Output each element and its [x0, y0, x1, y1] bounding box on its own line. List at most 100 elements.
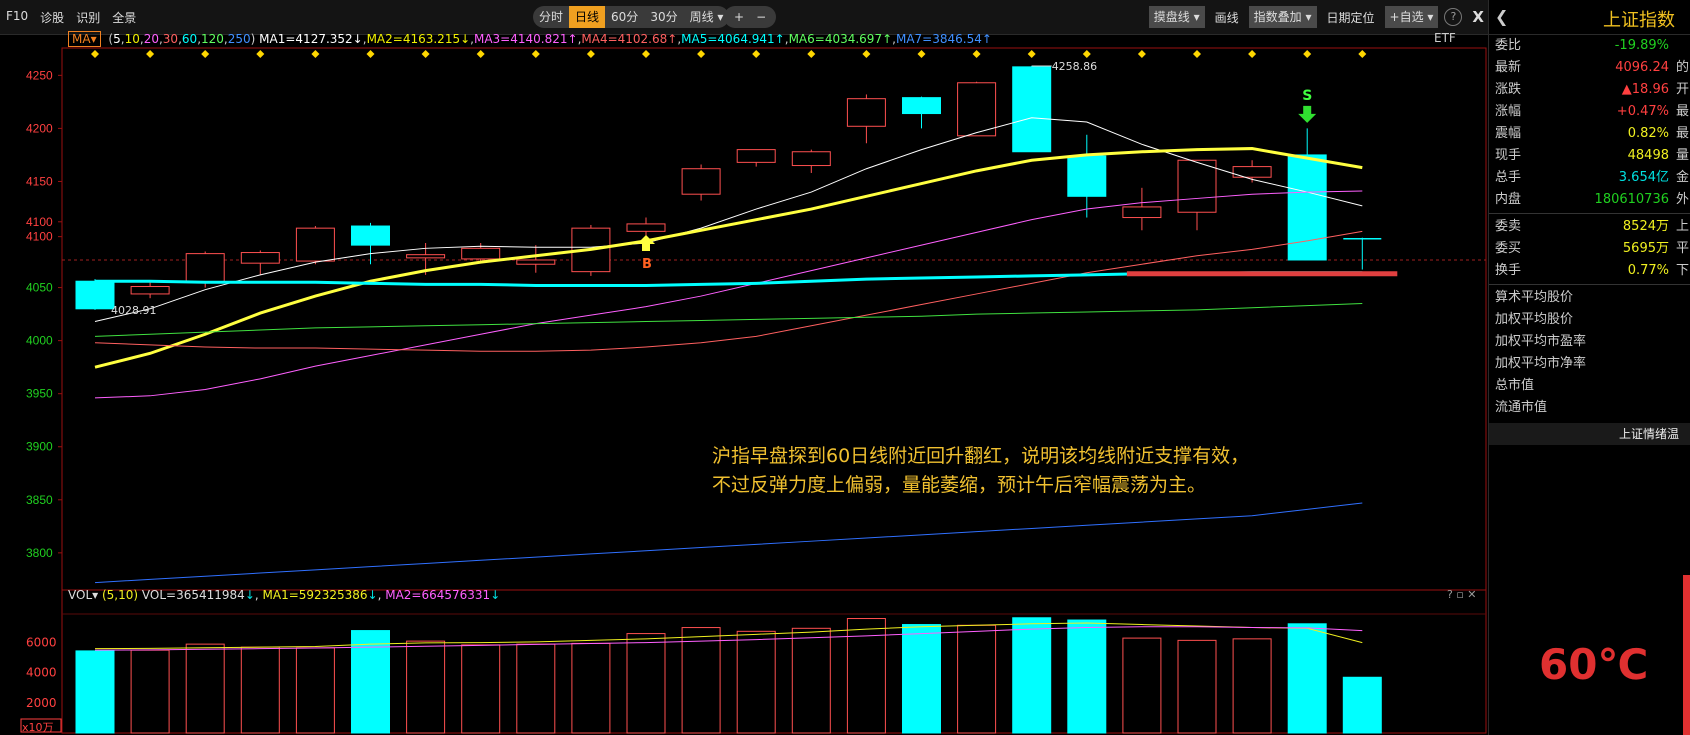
event-diamond-marker — [1303, 50, 1312, 58]
quote-panel: ❮ 上证指数 委比 -19.89% 最新 4096.24 的涨跌 ▲18.96 开涨幅 +0.… — [1488, 0, 1690, 735]
quote-row: 最新 4096.24 的 — [1489, 57, 1690, 79]
event-diamond-marker — [862, 50, 871, 58]
volume-bar — [75, 650, 115, 734]
index-stat-item[interactable]: 总市值 — [1489, 375, 1690, 397]
quote-label-truncated: 的 — [1675, 60, 1689, 75]
volume-bar — [1012, 617, 1052, 734]
candle-body — [351, 225, 390, 246]
candle-body — [846, 98, 886, 127]
quote-header: ❮ 上证指数 — [1489, 0, 1690, 35]
ma-line — [94, 230, 1363, 352]
event-diamond-marker — [476, 50, 485, 58]
quote-label-truncated: 下 — [1675, 263, 1689, 278]
volume-bar — [1232, 638, 1272, 734]
quote-label: 震幅 — [1495, 126, 1522, 141]
index-stats: 算术平均股价 加权平均股价 加权平均市盈率 加权平均市净率 总市值 流通市值 — [1489, 287, 1690, 419]
event-diamond-marker — [1358, 50, 1367, 58]
candle-body — [957, 82, 997, 137]
quote-label-truncated: 最 — [1675, 126, 1689, 141]
buy-signal-label: B — [642, 257, 652, 272]
vol-ma2: MA2=664576331 — [385, 588, 491, 602]
ma-line — [94, 190, 1363, 399]
volume-bar — [185, 643, 225, 734]
volume-bar — [351, 630, 390, 734]
volume-bar — [1067, 619, 1107, 734]
ma-line — [94, 302, 1363, 337]
event-diamond-marker — [531, 50, 540, 58]
event-diamond-marker — [586, 50, 595, 58]
index-stat-item[interactable]: 流通市值 — [1489, 397, 1690, 419]
volume-bar — [957, 624, 997, 734]
price-tick-label: 4250 — [26, 68, 53, 82]
event-diamond-marker — [201, 50, 210, 58]
candle-body — [1067, 155, 1107, 197]
volume-tick-label: 2000 — [26, 696, 57, 710]
quote-row: 换手 0.77% 下 — [1489, 260, 1690, 282]
event-diamond-marker — [1137, 50, 1146, 58]
event-diamond-marker — [1248, 50, 1257, 58]
quote-label-truncated: 上 — [1675, 219, 1689, 234]
price-tick-label: 4200 — [26, 121, 53, 135]
price-tick-label: 3950 — [26, 387, 53, 401]
annotation-line-2: 不过反弹力度上偏弱，量能萎缩，预计午后窄幅震荡为主。 — [712, 474, 1207, 496]
candle-body — [791, 151, 831, 167]
event-diamond-marker — [366, 50, 375, 58]
volume-legend: VOL▾ (5,10) VOL=365411984↓, MA1=59232538… — [68, 588, 501, 602]
vol-dropdown[interactable]: VOL▾ — [68, 588, 98, 602]
vol-help-icon[interactable]: ? ▫ ✕ — [1447, 588, 1477, 601]
vol-value-arrow: ↓ — [244, 588, 255, 602]
quote-value: 3.654亿 — [1618, 170, 1669, 185]
quote-row: 震幅 0.82% 最 — [1489, 123, 1690, 145]
index-stat-item[interactable]: 算术平均股价 — [1489, 287, 1690, 309]
volume-bar — [295, 647, 335, 734]
quote-value: 0.77% — [1627, 263, 1669, 278]
volume-tick-label: 6000 — [26, 636, 57, 650]
vol-params: (5,10) — [101, 588, 139, 602]
quote-label-truncated: 最 — [1675, 104, 1689, 119]
sell-arrow-icon — [1298, 105, 1317, 123]
volume-tick-label: 4000 — [26, 666, 57, 680]
index-stat-item[interactable]: 加权平均市盈率 — [1489, 331, 1690, 353]
candle-body — [1122, 206, 1162, 219]
vol-ma1-arrow: ↓ — [367, 588, 378, 602]
volume-bar — [736, 630, 776, 734]
candle-body — [240, 252, 280, 264]
quote-value: 48498 — [1627, 148, 1669, 163]
candle-body — [516, 259, 556, 265]
event-diamond-marker — [972, 50, 981, 58]
index-stat-item[interactable]: 加权平均市净率 — [1489, 353, 1690, 375]
kline-chart[interactable]: 4250 4200 4150 41004100 4050 4000 3950 3900 3850… — [0, 0, 1488, 735]
price-tick-label: 4100 — [26, 230, 53, 244]
volume-bar — [681, 627, 721, 734]
vol-value: VOL=365411984 — [141, 588, 245, 602]
volume-bar — [1342, 676, 1382, 734]
quote-row: 内盘 180610736 外 — [1489, 189, 1690, 211]
quote-label: 委买 — [1495, 241, 1522, 256]
quote-label-truncated: 量 — [1675, 148, 1689, 163]
price-tick-label: 3800 — [26, 546, 53, 560]
back-icon[interactable]: ❮ — [1495, 7, 1508, 26]
volume-bar — [571, 642, 611, 734]
candle-body — [185, 253, 225, 283]
event-diamond-marker — [1027, 50, 1036, 58]
ma-line — [94, 117, 1363, 323]
candle-body — [1012, 66, 1052, 153]
volume-bar — [626, 633, 666, 734]
candle-body — [1287, 154, 1327, 261]
quote-label: 涨幅 — [1495, 104, 1522, 119]
event-diamond-marker — [146, 50, 155, 58]
quote-label: 最新 — [1495, 60, 1522, 75]
volume-bar — [1122, 637, 1162, 734]
sentiment-section-title: 上证情绪温 — [1489, 423, 1690, 445]
quote-label: 委比 — [1495, 38, 1522, 53]
quote-label-truncated: 平 — [1675, 241, 1689, 256]
candle-body — [406, 254, 446, 259]
quote-label: 现手 — [1495, 148, 1522, 163]
quote-rows: 委比 -19.89% 最新 4096.24 的涨跌 ▲18.96 开涨幅 +0.47% 最震幅 0… — [1489, 35, 1690, 211]
candle-body — [681, 168, 721, 195]
candle-body — [902, 97, 941, 115]
index-stat-item[interactable]: 加权平均股价 — [1489, 309, 1690, 331]
quote-label: 换手 — [1495, 263, 1522, 278]
candle-body — [75, 280, 115, 310]
candle-body — [736, 149, 776, 163]
